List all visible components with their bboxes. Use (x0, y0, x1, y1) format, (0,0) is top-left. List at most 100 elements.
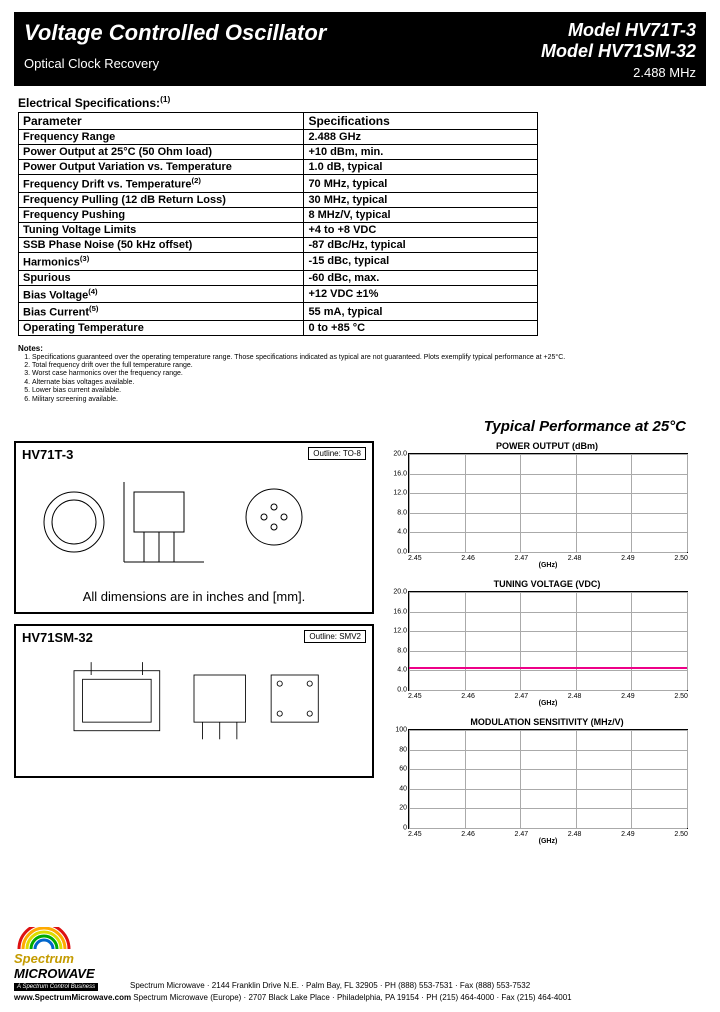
spec-value-cell: 8 MHz/V, typical (304, 208, 538, 223)
spec-value-cell: 70 MHz, typical (304, 175, 538, 193)
mechanical-drawing-icon (22, 462, 366, 582)
spec-parameter-cell: Frequency Drift vs. Temperature(2) (19, 175, 304, 193)
notes-block: Notes: Specifications guaranteed over th… (18, 344, 706, 404)
table-row: Power Output at 25°C (50 Ohm load)+10 dB… (19, 145, 538, 160)
table-row: Frequency Drift vs. Temperature(2)70 MHz… (19, 175, 538, 193)
spec-value-cell: 2.488 GHz (304, 130, 538, 145)
note-item: Worst case harmonics over the frequency … (32, 370, 706, 378)
y-tick-label: 0.0 (397, 548, 409, 555)
spec-value-cell: 30 MHz, typical (304, 193, 538, 208)
x-axis-label: (GHz) (408, 562, 688, 569)
spec-heading-text: Electrical Specifications: (18, 96, 160, 110)
spec-value-cell: 55 mA, typical (304, 303, 538, 321)
spec-value-cell: -60 dBc, max. (304, 270, 538, 285)
x-axis-label: (GHz) (408, 838, 688, 845)
chart: MODULATION SENSITIVITY (MHz/V)0204060801… (388, 717, 706, 845)
note-item: Alternate bias voltages available. (32, 379, 706, 387)
spec-value-cell: -87 dBc/Hz, typical (304, 238, 538, 253)
note-item: Specifications guaranteed over the opera… (32, 354, 706, 362)
table-row: Bias Voltage(4)+12 VDC ±1% (19, 285, 538, 303)
chart-plot-area: 0.04.08.012.016.020.0 (408, 591, 688, 691)
chart: TUNING VOLTAGE (VDC) 0.04.08.012.016.020.… (388, 579, 706, 707)
y-tick-label: 100 (395, 726, 409, 733)
product-category: Voltage Controlled Oscillator (24, 20, 326, 46)
footer-address-2: Spectrum Microwave (Europe) · 2707 Black… (131, 993, 572, 1002)
spec-col-parameter: Parameter (19, 113, 304, 130)
spec-parameter-cell: Spurious (19, 270, 304, 285)
x-tick-label: 2.45 (408, 831, 422, 838)
table-row: Harmonics(3)-15 dBc, typical (19, 253, 538, 271)
x-tick-label: 2.49 (621, 693, 635, 700)
x-tick-label: 2.46 (461, 555, 475, 562)
chart-plot-area: 0.04.08.012.016.020.0 (408, 453, 688, 553)
logo-tagline: A Spectrum Control Business (14, 983, 98, 991)
y-tick-label: 20.0 (393, 450, 409, 457)
table-row: Bias Current(5)55 mA, typical (19, 303, 538, 321)
spec-parameter-cell: Frequency Pushing (19, 208, 304, 223)
spec-value-cell: 0 to +85 °C (304, 321, 538, 336)
y-tick-label: 8.0 (397, 647, 409, 654)
spec-col-specifications: Specifications (304, 113, 538, 130)
spec-parameter-cell: Bias Current(5) (19, 303, 304, 321)
company-logo: Spectrum MICROWAVE A Spectrum Control Bu… (14, 927, 124, 991)
footer-address-1: Spectrum Microwave · 2144 Franklin Drive… (130, 981, 530, 991)
x-tick-label: 2.49 (621, 831, 635, 838)
spec-heading-footnote: (1) (160, 94, 170, 104)
spec-value-cell: +12 VDC ±1% (304, 285, 538, 303)
x-tick-label: 2.48 (568, 693, 582, 700)
chart: POWER OUTPUT (dBm)0.04.08.012.016.020.02… (388, 441, 706, 569)
x-tick-label: 2.47 (515, 555, 529, 562)
x-tick-label: 2.50 (674, 831, 688, 838)
table-row: Frequency Pulling (12 dB Return Loss)30 … (19, 193, 538, 208)
spec-value-cell: +4 to +8 VDC (304, 223, 538, 238)
model-frequency: 2.488 MHz (541, 65, 696, 80)
y-tick-label: 60 (399, 766, 409, 773)
x-tick-label: 2.48 (568, 831, 582, 838)
model-number-1: Model HV71T-3 (541, 20, 696, 41)
logo-text-2: MICROWAVE (14, 966, 95, 981)
diagram-label: HV71T-3 (22, 447, 73, 462)
spec-parameter-cell: Operating Temperature (19, 321, 304, 336)
y-tick-label: 12.0 (393, 628, 409, 635)
diagram-outline: Outline: TO-8 (308, 447, 366, 460)
chart-series-line (409, 667, 687, 669)
x-tick-label: 2.50 (674, 555, 688, 562)
table-row: Power Output Variation vs. Temperature1.… (19, 160, 538, 175)
spectrum-rainbow-icon (14, 927, 74, 949)
y-tick-label: 0.0 (397, 686, 409, 693)
spec-value-cell: +10 dBm, min. (304, 145, 538, 160)
spec-parameter-cell: Tuning Voltage Limits (19, 223, 304, 238)
y-tick-label: 20.0 (393, 588, 409, 595)
x-tick-label: 2.48 (568, 555, 582, 562)
note-item: Military screening available. (32, 396, 706, 404)
y-tick-label: 16.0 (393, 470, 409, 477)
page-footer: Spectrum MICROWAVE A Spectrum Control Bu… (14, 927, 706, 1002)
table-row: Spurious-60 dBc, max. (19, 270, 538, 285)
performance-title: Typical Performance at 25°C (14, 418, 686, 435)
spec-parameter-cell: Bias Voltage(4) (19, 285, 304, 303)
chart-plot-area: 020406080100 (408, 729, 688, 829)
table-row: Operating Temperature0 to +85 °C (19, 321, 538, 336)
x-tick-label: 2.46 (461, 831, 475, 838)
mechanical-drawing-icon (22, 645, 366, 765)
note-item: Lower bias current available. (32, 387, 706, 395)
diagram-hv71t3: HV71T-3 Outline: TO-8 All dimensions are… (14, 441, 374, 614)
page-header: Voltage Controlled Oscillator Optical Cl… (14, 12, 706, 86)
chart-title: TUNING VOLTAGE (VDC) (388, 579, 706, 589)
notes-heading: Notes: (18, 344, 706, 354)
x-tick-label: 2.50 (674, 693, 688, 700)
logo-text-1: Spectrum (14, 951, 74, 966)
x-tick-label: 2.47 (515, 693, 529, 700)
y-tick-label: 8.0 (397, 509, 409, 516)
spec-value-cell: -15 dBc, typical (304, 253, 538, 271)
y-tick-label: 80 (399, 746, 409, 753)
y-tick-label: 4.0 (397, 529, 409, 536)
x-tick-label: 2.49 (621, 555, 635, 562)
x-tick-label: 2.45 (408, 693, 422, 700)
y-tick-label: 4.0 (397, 667, 409, 674)
chart-title: POWER OUTPUT (dBm) (388, 441, 706, 451)
model-number-2: Model HV71SM-32 (541, 41, 696, 62)
spec-parameter-cell: Power Output Variation vs. Temperature (19, 160, 304, 175)
spec-parameter-cell: Frequency Range (19, 130, 304, 145)
spec-parameter-cell: Frequency Pulling (12 dB Return Loss) (19, 193, 304, 208)
